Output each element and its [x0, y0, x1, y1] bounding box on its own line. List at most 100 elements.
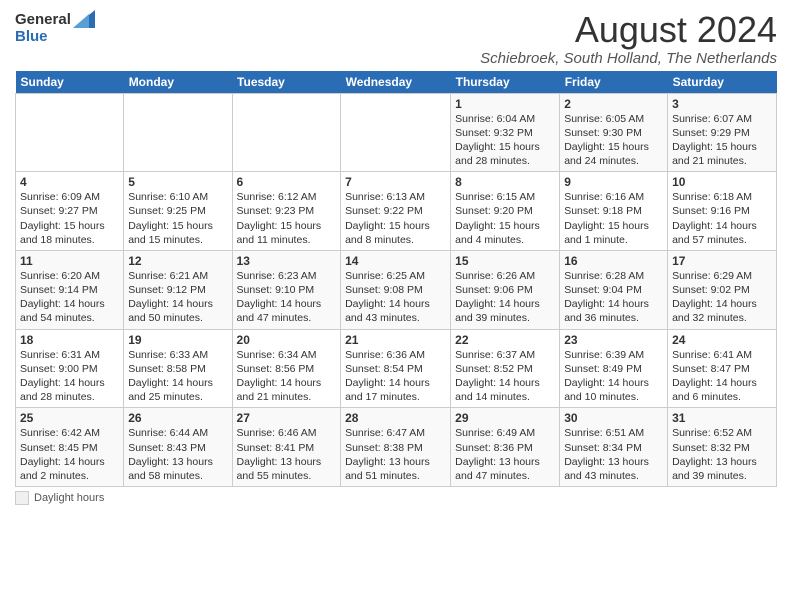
day-number: 19 — [128, 333, 227, 347]
calendar-cell: 26Sunrise: 6:44 AMSunset: 8:43 PMDayligh… — [124, 408, 232, 487]
day-number: 4 — [20, 175, 119, 189]
day-info: Sunrise: 6:39 AMSunset: 8:49 PMDaylight:… — [564, 348, 663, 405]
day-number: 15 — [455, 254, 555, 268]
day-number: 23 — [564, 333, 663, 347]
day-info: Sunrise: 6:46 AMSunset: 8:41 PMDaylight:… — [237, 426, 337, 483]
calendar-week-2: 11Sunrise: 6:20 AMSunset: 9:14 PMDayligh… — [16, 250, 777, 329]
calendar-cell: 27Sunrise: 6:46 AMSunset: 8:41 PMDayligh… — [232, 408, 341, 487]
weekday-header-sunday: Sunday — [16, 71, 124, 94]
calendar-cell: 5Sunrise: 6:10 AMSunset: 9:25 PMDaylight… — [124, 172, 232, 251]
calendar-cell: 17Sunrise: 6:29 AMSunset: 9:02 PMDayligh… — [668, 250, 777, 329]
weekday-header-friday: Friday — [560, 71, 668, 94]
calendar-cell: 3Sunrise: 6:07 AMSunset: 9:29 PMDaylight… — [668, 93, 777, 172]
calendar-cell: 30Sunrise: 6:51 AMSunset: 8:34 PMDayligh… — [560, 408, 668, 487]
day-number: 27 — [237, 411, 337, 425]
day-number: 5 — [128, 175, 227, 189]
calendar-cell: 24Sunrise: 6:41 AMSunset: 8:47 PMDayligh… — [668, 329, 777, 408]
day-number: 16 — [564, 254, 663, 268]
calendar-cell: 13Sunrise: 6:23 AMSunset: 9:10 PMDayligh… — [232, 250, 341, 329]
day-info: Sunrise: 6:25 AMSunset: 9:08 PMDaylight:… — [345, 269, 446, 326]
calendar-cell: 29Sunrise: 6:49 AMSunset: 8:36 PMDayligh… — [451, 408, 560, 487]
logo-blue: Blue — [15, 28, 48, 45]
day-info: Sunrise: 6:20 AMSunset: 9:14 PMDaylight:… — [20, 269, 119, 326]
weekday-header-thursday: Thursday — [451, 71, 560, 94]
day-info: Sunrise: 6:09 AMSunset: 9:27 PMDaylight:… — [20, 190, 119, 247]
weekday-header-tuesday: Tuesday — [232, 71, 341, 94]
day-number: 14 — [345, 254, 446, 268]
day-number: 2 — [564, 97, 663, 111]
calendar-cell: 25Sunrise: 6:42 AMSunset: 8:45 PMDayligh… — [16, 408, 124, 487]
day-number: 26 — [128, 411, 227, 425]
day-info: Sunrise: 6:42 AMSunset: 8:45 PMDaylight:… — [20, 426, 119, 483]
logo-icon — [73, 10, 95, 28]
day-info: Sunrise: 6:29 AMSunset: 9:02 PMDaylight:… — [672, 269, 772, 326]
day-number: 6 — [237, 175, 337, 189]
calendar-week-3: 18Sunrise: 6:31 AMSunset: 9:00 PMDayligh… — [16, 329, 777, 408]
legend-text: Daylight hours — [34, 492, 104, 504]
day-info: Sunrise: 6:23 AMSunset: 9:10 PMDaylight:… — [237, 269, 337, 326]
day-info: Sunrise: 6:36 AMSunset: 8:54 PMDaylight:… — [345, 348, 446, 405]
calendar-cell: 14Sunrise: 6:25 AMSunset: 9:08 PMDayligh… — [341, 250, 451, 329]
day-number: 25 — [20, 411, 119, 425]
day-info: Sunrise: 6:51 AMSunset: 8:34 PMDaylight:… — [564, 426, 663, 483]
calendar-week-4: 25Sunrise: 6:42 AMSunset: 8:45 PMDayligh… — [16, 408, 777, 487]
day-info: Sunrise: 6:26 AMSunset: 9:06 PMDaylight:… — [455, 269, 555, 326]
day-number: 30 — [564, 411, 663, 425]
day-info: Sunrise: 6:07 AMSunset: 9:29 PMDaylight:… — [672, 112, 772, 169]
day-number: 22 — [455, 333, 555, 347]
day-info: Sunrise: 6:33 AMSunset: 8:58 PMDaylight:… — [128, 348, 227, 405]
calendar-cell — [124, 93, 232, 172]
logo: General Blue — [15, 10, 95, 44]
day-info: Sunrise: 6:12 AMSunset: 9:23 PMDaylight:… — [237, 190, 337, 247]
page-header: General Blue August 2024 Schiebroek, Sou… — [15, 10, 777, 67]
calendar-cell: 20Sunrise: 6:34 AMSunset: 8:56 PMDayligh… — [232, 329, 341, 408]
calendar-cell — [341, 93, 451, 172]
day-info: Sunrise: 6:21 AMSunset: 9:12 PMDaylight:… — [128, 269, 227, 326]
title-block: August 2024 Schiebroek, South Holland, T… — [480, 10, 777, 67]
calendar-cell: 9Sunrise: 6:16 AMSunset: 9:18 PMDaylight… — [560, 172, 668, 251]
day-info: Sunrise: 6:47 AMSunset: 8:38 PMDaylight:… — [345, 426, 446, 483]
day-number: 21 — [345, 333, 446, 347]
calendar-cell — [16, 93, 124, 172]
calendar-cell: 4Sunrise: 6:09 AMSunset: 9:27 PMDaylight… — [16, 172, 124, 251]
day-number: 29 — [455, 411, 555, 425]
calendar-cell: 10Sunrise: 6:18 AMSunset: 9:16 PMDayligh… — [668, 172, 777, 251]
day-info: Sunrise: 6:44 AMSunset: 8:43 PMDaylight:… — [128, 426, 227, 483]
calendar: SundayMondayTuesdayWednesdayThursdayFrid… — [15, 71, 777, 487]
day-number: 28 — [345, 411, 446, 425]
day-number: 24 — [672, 333, 772, 347]
day-number: 11 — [20, 254, 119, 268]
day-info: Sunrise: 6:18 AMSunset: 9:16 PMDaylight:… — [672, 190, 772, 247]
day-info: Sunrise: 6:52 AMSunset: 8:32 PMDaylight:… — [672, 426, 772, 483]
day-number: 18 — [20, 333, 119, 347]
day-number: 13 — [237, 254, 337, 268]
weekday-header-monday: Monday — [124, 71, 232, 94]
calendar-cell: 2Sunrise: 6:05 AMSunset: 9:30 PMDaylight… — [560, 93, 668, 172]
calendar-week-1: 4Sunrise: 6:09 AMSunset: 9:27 PMDaylight… — [16, 172, 777, 251]
logo-general: General — [15, 11, 71, 28]
day-info: Sunrise: 6:04 AMSunset: 9:32 PMDaylight:… — [455, 112, 555, 169]
location: Schiebroek, South Holland, The Netherlan… — [480, 50, 777, 67]
calendar-cell: 23Sunrise: 6:39 AMSunset: 8:49 PMDayligh… — [560, 329, 668, 408]
day-info: Sunrise: 6:49 AMSunset: 8:36 PMDaylight:… — [455, 426, 555, 483]
day-info: Sunrise: 6:13 AMSunset: 9:22 PMDaylight:… — [345, 190, 446, 247]
weekday-header-wednesday: Wednesday — [341, 71, 451, 94]
calendar-cell: 28Sunrise: 6:47 AMSunset: 8:38 PMDayligh… — [341, 408, 451, 487]
legend-box — [15, 491, 29, 505]
day-number: 17 — [672, 254, 772, 268]
calendar-cell: 22Sunrise: 6:37 AMSunset: 8:52 PMDayligh… — [451, 329, 560, 408]
calendar-cell: 7Sunrise: 6:13 AMSunset: 9:22 PMDaylight… — [341, 172, 451, 251]
month-title: August 2024 — [480, 10, 777, 50]
day-number: 3 — [672, 97, 772, 111]
day-info: Sunrise: 6:41 AMSunset: 8:47 PMDaylight:… — [672, 348, 772, 405]
calendar-cell: 1Sunrise: 6:04 AMSunset: 9:32 PMDaylight… — [451, 93, 560, 172]
day-number: 7 — [345, 175, 446, 189]
day-number: 8 — [455, 175, 555, 189]
day-info: Sunrise: 6:37 AMSunset: 8:52 PMDaylight:… — [455, 348, 555, 405]
day-number: 31 — [672, 411, 772, 425]
calendar-cell: 15Sunrise: 6:26 AMSunset: 9:06 PMDayligh… — [451, 250, 560, 329]
calendar-week-0: 1Sunrise: 6:04 AMSunset: 9:32 PMDaylight… — [16, 93, 777, 172]
day-info: Sunrise: 6:15 AMSunset: 9:20 PMDaylight:… — [455, 190, 555, 247]
calendar-cell: 18Sunrise: 6:31 AMSunset: 9:00 PMDayligh… — [16, 329, 124, 408]
day-info: Sunrise: 6:31 AMSunset: 9:00 PMDaylight:… — [20, 348, 119, 405]
